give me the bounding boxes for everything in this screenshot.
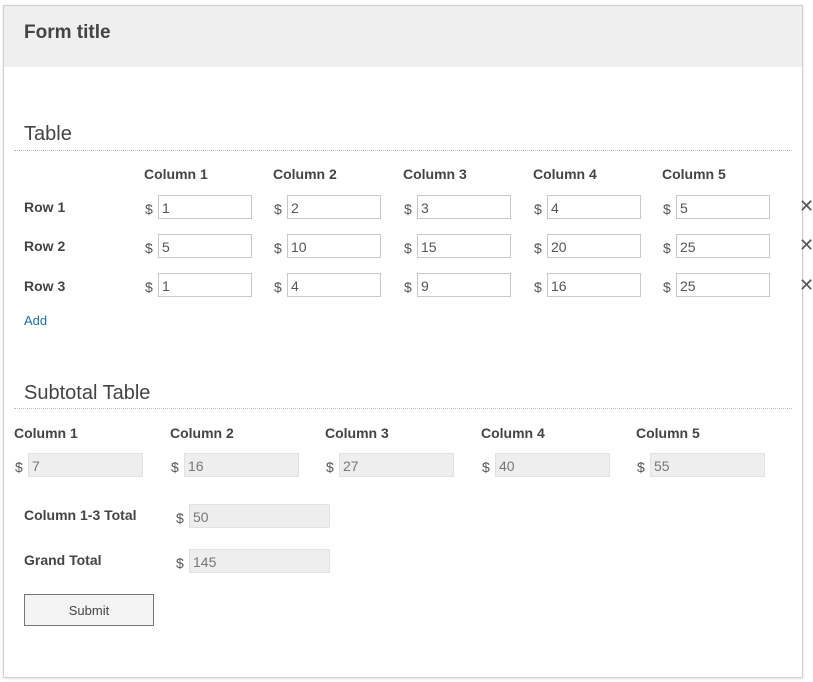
subtotal-value: 27: [339, 453, 454, 477]
amount-input[interactable]: 1: [158, 273, 252, 297]
subtotal-value: 7: [28, 453, 143, 477]
currency-symbol: $: [404, 201, 412, 217]
currency-symbol: $: [534, 279, 542, 295]
currency-symbol: $: [326, 459, 334, 475]
table-row-label: Row 3: [24, 278, 66, 294]
amount-input[interactable]: 4: [287, 273, 381, 297]
subtotal-value: 40: [495, 453, 610, 477]
currency-symbol: $: [663, 201, 671, 217]
amount-input[interactable]: 16: [547, 273, 641, 297]
table-section-title: Table: [24, 123, 72, 145]
currency-symbol: $: [534, 240, 542, 256]
grand-total-value: 145: [189, 549, 330, 573]
table-column-header-3: Column 3: [403, 166, 467, 182]
currency-symbol: $: [145, 201, 153, 217]
currency-symbol: $: [274, 201, 282, 217]
amount-input[interactable]: 20: [547, 234, 641, 258]
currency-symbol: $: [482, 459, 490, 475]
subtotal-column-header-2: Column 2: [170, 425, 234, 441]
currency-symbol: $: [176, 510, 184, 526]
close-icon[interactable]: ✕: [799, 236, 813, 254]
amount-input[interactable]: 5: [158, 234, 252, 258]
table-column-header-2: Column 2: [273, 166, 337, 182]
table-row-label: Row 1: [24, 199, 66, 215]
add-row-link[interactable]: Add: [24, 313, 47, 328]
table-column-header-4: Column 4: [533, 166, 597, 182]
subtotal-column-header-5: Column 5: [636, 425, 700, 441]
table-row-label: Row 2: [24, 238, 66, 254]
form-title: Form title: [24, 22, 111, 43]
currency-symbol: $: [171, 459, 179, 475]
form-card: Form title Table Column 1 Column 2 Colum…: [3, 5, 813, 678]
currency-symbol: $: [145, 240, 153, 256]
subtotal-column-header-3: Column 3: [325, 425, 389, 441]
grand-total-label: Grand Total: [24, 552, 102, 568]
subtotal-divider: [14, 408, 792, 409]
submit-button[interactable]: Submit: [24, 594, 154, 626]
close-icon[interactable]: ✕: [799, 276, 813, 294]
currency-symbol: $: [274, 279, 282, 295]
close-icon[interactable]: ✕: [799, 197, 813, 215]
subtotal-value: 16: [184, 453, 299, 477]
table-column-header-5: Column 5: [662, 166, 726, 182]
table-divider: [14, 150, 792, 151]
amount-input[interactable]: 25: [676, 273, 770, 297]
subtotal-column-header-1: Column 1: [14, 425, 78, 441]
amount-input[interactable]: 3: [417, 195, 511, 219]
column-1-3-total-label: Column 1-3 Total: [24, 507, 137, 523]
subtotal-column-header-4: Column 4: [481, 425, 545, 441]
currency-symbol: $: [145, 279, 153, 295]
amount-input[interactable]: 15: [417, 234, 511, 258]
amount-input[interactable]: 5: [676, 195, 770, 219]
column-1-3-total-value: 50: [189, 504, 330, 528]
currency-symbol: $: [274, 240, 282, 256]
currency-symbol: $: [637, 459, 645, 475]
form-header: Form title: [4, 6, 802, 67]
currency-symbol: $: [404, 279, 412, 295]
amount-input[interactable]: 9: [417, 273, 511, 297]
currency-symbol: $: [176, 555, 184, 571]
currency-symbol: $: [404, 240, 412, 256]
amount-input[interactable]: 1: [158, 195, 252, 219]
currency-symbol: $: [534, 201, 542, 217]
currency-symbol: $: [663, 240, 671, 256]
table-column-header-1: Column 1: [144, 166, 208, 182]
subtotal-value: 55: [650, 453, 765, 477]
amount-input[interactable]: 25: [676, 234, 770, 258]
currency-symbol: $: [663, 279, 671, 295]
subtotal-section-title: Subtotal Table: [24, 382, 151, 404]
amount-input[interactable]: 2: [287, 195, 381, 219]
amount-input[interactable]: 10: [287, 234, 381, 258]
currency-symbol: $: [15, 459, 23, 475]
amount-input[interactable]: 4: [547, 195, 641, 219]
